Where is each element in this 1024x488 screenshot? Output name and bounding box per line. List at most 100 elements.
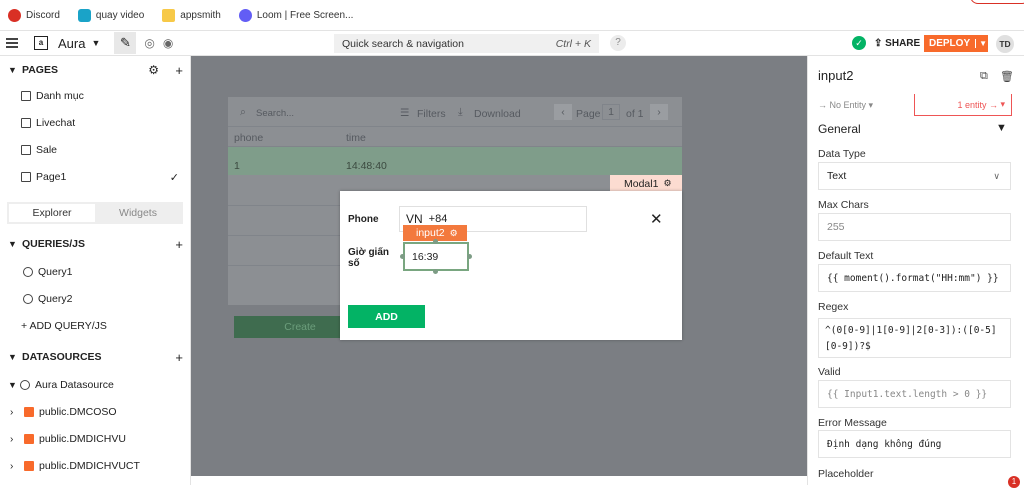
bookmark-loom[interactable]: Loom | Free Screen... bbox=[238, 8, 353, 22]
edit-icon[interactable]: ✎ bbox=[114, 32, 137, 54]
menu-icon[interactable] bbox=[6, 38, 18, 48]
bookmark-appsmith[interactable]: appsmith bbox=[162, 8, 221, 22]
resize-handle[interactable] bbox=[400, 254, 405, 259]
help-button[interactable]: ? bbox=[610, 35, 626, 51]
add-button[interactable]: ADD bbox=[348, 305, 425, 328]
search-icon[interactable]: ⌕ bbox=[240, 106, 246, 119]
discord-icon bbox=[8, 8, 21, 22]
page-number-input[interactable]: 1 bbox=[602, 104, 620, 120]
bookmark-discord[interactable]: Discord bbox=[8, 8, 60, 22]
tab-explorer[interactable]: Explorer bbox=[9, 204, 95, 222]
table-search-input[interactable]: Search... bbox=[256, 108, 294, 119]
page-icon bbox=[21, 145, 31, 155]
sidebar-tabs: Explorer Widgets bbox=[7, 202, 183, 224]
comment-icon[interactable]: ◎ bbox=[144, 36, 154, 50]
chevron-down-icon[interactable]: ▼ bbox=[91, 38, 100, 48]
next-page-button[interactable]: › bbox=[650, 104, 668, 120]
close-icon[interactable]: ✕ bbox=[650, 210, 663, 228]
chevron-right-icon[interactable]: › bbox=[10, 434, 24, 445]
deploy-button[interactable]: DEPLOY ▼ bbox=[924, 35, 988, 52]
add-datasource-icon[interactable]: + bbox=[175, 350, 183, 365]
bookmarks-bar: Discord quay video appsmith Loom | Free … bbox=[0, 0, 1024, 31]
query-item[interactable]: Query2 bbox=[0, 287, 190, 311]
browser-update-button[interactable] bbox=[970, 0, 1024, 4]
add-query-icon[interactable]: + bbox=[175, 237, 183, 252]
download-icon[interactable]: ⤓ bbox=[458, 106, 463, 119]
chevron-down-icon[interactable]: ▼ bbox=[8, 380, 20, 390]
chevron-down-icon[interactable]: ▼ bbox=[8, 239, 17, 249]
trash-icon[interactable]: 🗑 bbox=[1000, 70, 1014, 83]
chevron-right-icon[interactable]: › bbox=[10, 407, 24, 418]
chevron-down-icon[interactable]: ▼ bbox=[8, 352, 17, 362]
share-button[interactable]: ⇪ SHARE bbox=[874, 38, 920, 49]
section-title[interactable]: General bbox=[818, 122, 861, 136]
table-icon bbox=[24, 407, 34, 417]
video-icon bbox=[77, 8, 91, 22]
table-cell: 1 bbox=[234, 160, 240, 172]
page-item[interactable]: Livechat bbox=[0, 111, 190, 135]
page-icon bbox=[21, 91, 31, 101]
page-item[interactable]: Sale bbox=[0, 138, 190, 162]
no-entity-dropdown[interactable]: → No Entity ▾ bbox=[818, 100, 873, 111]
default-text-input[interactable]: {{ moment().format("HH:mm") }} bbox=[818, 264, 1011, 292]
queries-header[interactable]: ▼ QUERIES/JS + bbox=[0, 232, 190, 256]
column-header[interactable]: phone bbox=[234, 132, 263, 144]
quick-search[interactable]: Quick search & navigation Ctrl + K bbox=[334, 34, 599, 53]
modal-widget-tag[interactable]: Modal1 ⚙ bbox=[610, 175, 682, 192]
status-bar bbox=[191, 476, 807, 485]
resize-handle[interactable] bbox=[433, 239, 438, 244]
bookmark-quay-video[interactable]: quay video bbox=[77, 8, 144, 22]
entity-dropdown[interactable]: 1 entity → ▾ bbox=[914, 94, 1012, 116]
phone-label: Phone bbox=[348, 214, 379, 225]
time-input[interactable]: 16:39 bbox=[403, 242, 469, 271]
page-item[interactable]: Danh mục bbox=[0, 84, 190, 108]
widget-name[interactable]: input2 bbox=[818, 68, 853, 83]
download-button[interactable]: Download bbox=[474, 108, 521, 120]
table-cell: 14:48:40 bbox=[346, 160, 387, 172]
table-icon bbox=[24, 434, 34, 444]
tab-widgets[interactable]: Widgets bbox=[95, 204, 181, 222]
regex-input[interactable]: ^(0[0-9]|1[0-9]|2[0-3]):([0-5][0-9])?$ bbox=[818, 318, 1011, 358]
data-type-select[interactable]: Text ∨ bbox=[818, 162, 1011, 190]
app-logo-icon: a bbox=[34, 36, 48, 50]
add-page-icon[interactable]: + bbox=[175, 63, 183, 78]
table-row[interactable] bbox=[228, 147, 682, 175]
chevron-down-icon[interactable]: ▼ bbox=[8, 65, 17, 75]
copy-icon[interactable]: ⧉ bbox=[980, 70, 988, 83]
chevron-down-icon[interactable]: ▼ bbox=[975, 39, 987, 48]
table-item[interactable]: › public.DMDICHVU bbox=[0, 427, 190, 451]
max-chars-input[interactable]: 255 bbox=[818, 213, 1011, 241]
folder-icon bbox=[162, 8, 176, 22]
avatar[interactable]: TD bbox=[996, 35, 1014, 53]
notification-badge[interactable]: 1 bbox=[1008, 476, 1020, 488]
gear-icon[interactable]: ⚙ bbox=[663, 178, 671, 189]
chevron-down-icon[interactable]: ▼ bbox=[996, 122, 1007, 134]
page-item[interactable]: Page1 ✓ bbox=[0, 165, 190, 189]
add-query-button[interactable]: + ADD QUERY/JS bbox=[0, 314, 190, 338]
datasources-header[interactable]: ▼ DATASOURCES + bbox=[0, 345, 190, 369]
filters-button[interactable]: Filters bbox=[417, 108, 446, 120]
database-icon bbox=[23, 267, 33, 277]
prev-page-button[interactable]: ‹ bbox=[554, 104, 572, 120]
table-item[interactable]: › public.DMCOSO bbox=[0, 400, 190, 424]
app-name[interactable]: Aura bbox=[58, 36, 85, 51]
property-pane: input2 ⧉ 🗑 → No Entity ▾ 1 entity → ▾ Ge… bbox=[807, 56, 1024, 485]
table-item[interactable]: › public.DMDICHVUCT bbox=[0, 454, 190, 478]
column-header[interactable]: time bbox=[346, 132, 366, 144]
explorer-sidebar: ▼ PAGES ⚙ + Danh mục Livechat Sale Page1… bbox=[0, 56, 191, 485]
pages-header[interactable]: ▼ PAGES ⚙ + bbox=[0, 58, 190, 82]
valid-input[interactable]: {{ Input1.text.length > 0 }} bbox=[818, 380, 1011, 408]
loom-icon bbox=[238, 8, 252, 22]
chevron-right-icon[interactable]: › bbox=[10, 461, 24, 472]
resize-handle[interactable] bbox=[433, 269, 438, 274]
error-message-input[interactable]: Định dạng không đúng bbox=[818, 430, 1011, 458]
query-item[interactable]: Query1 bbox=[0, 260, 190, 284]
gear-icon[interactable]: ⚙ bbox=[450, 228, 458, 239]
gear-icon[interactable]: ⚙ bbox=[148, 63, 159, 77]
datasource-item[interactable]: ▼ Aura Datasource bbox=[0, 373, 190, 397]
resize-handle[interactable] bbox=[467, 254, 472, 259]
app-topbar: a Aura ▼ ✎ ◎ ◉ Quick search & navigation… bbox=[0, 31, 1024, 56]
preview-eye-icon[interactable]: ◉ bbox=[163, 36, 173, 50]
filter-icon[interactable]: ☰ bbox=[400, 107, 409, 119]
table-icon bbox=[24, 461, 34, 471]
